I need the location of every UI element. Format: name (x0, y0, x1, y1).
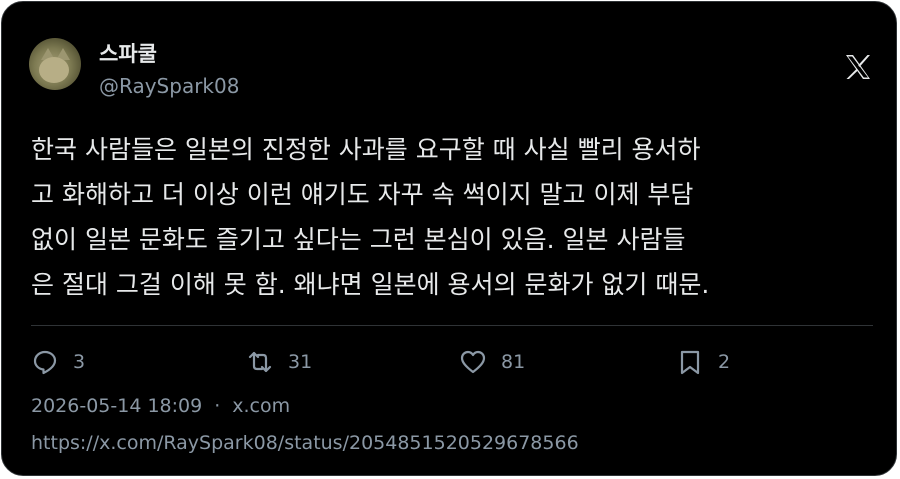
tweet-card: 스파쿨 @RaySpark08 한국 사람들은 일본의 진정한 사과를 요구할 … (1, 1, 897, 476)
like-count: 81 (501, 351, 526, 373)
meta-separator: · (214, 395, 221, 417)
divider (31, 325, 873, 326)
reply-icon (33, 350, 57, 375)
retweet-count: 31 (288, 351, 313, 373)
heart-icon (460, 350, 486, 374)
avatar[interactable] (29, 38, 81, 90)
x-logo-icon[interactable] (843, 52, 873, 82)
reply-button[interactable]: 3 (31, 346, 85, 378)
tweet-url[interactable]: https://x.com/RaySpark08/status/20548515… (31, 432, 579, 454)
retweet-icon (248, 351, 272, 373)
avatar-face (39, 57, 69, 83)
retweet-button[interactable]: 31 (246, 346, 312, 378)
reply-count: 3 (73, 351, 86, 373)
author-name[interactable]: 스파쿨 (99, 38, 157, 68)
source-domain[interactable]: x.com (232, 395, 290, 417)
tweet-text: 한국 사람들은 일본의 진정한 사과를 요구할 때 사실 빨리 용서하 고 화해… (31, 135, 710, 299)
bookmark-icon (680, 350, 700, 375)
like-button[interactable]: 81 (459, 346, 525, 378)
author-handle[interactable]: @RaySpark08 (99, 74, 239, 98)
bookmark-count: 2 (718, 351, 731, 373)
tweet-meta: 2026-05-14 18:09 · x.com (31, 395, 290, 417)
timestamp[interactable]: 2026-05-14 18:09 (31, 395, 202, 417)
bookmark-button[interactable]: 2 (676, 346, 730, 378)
